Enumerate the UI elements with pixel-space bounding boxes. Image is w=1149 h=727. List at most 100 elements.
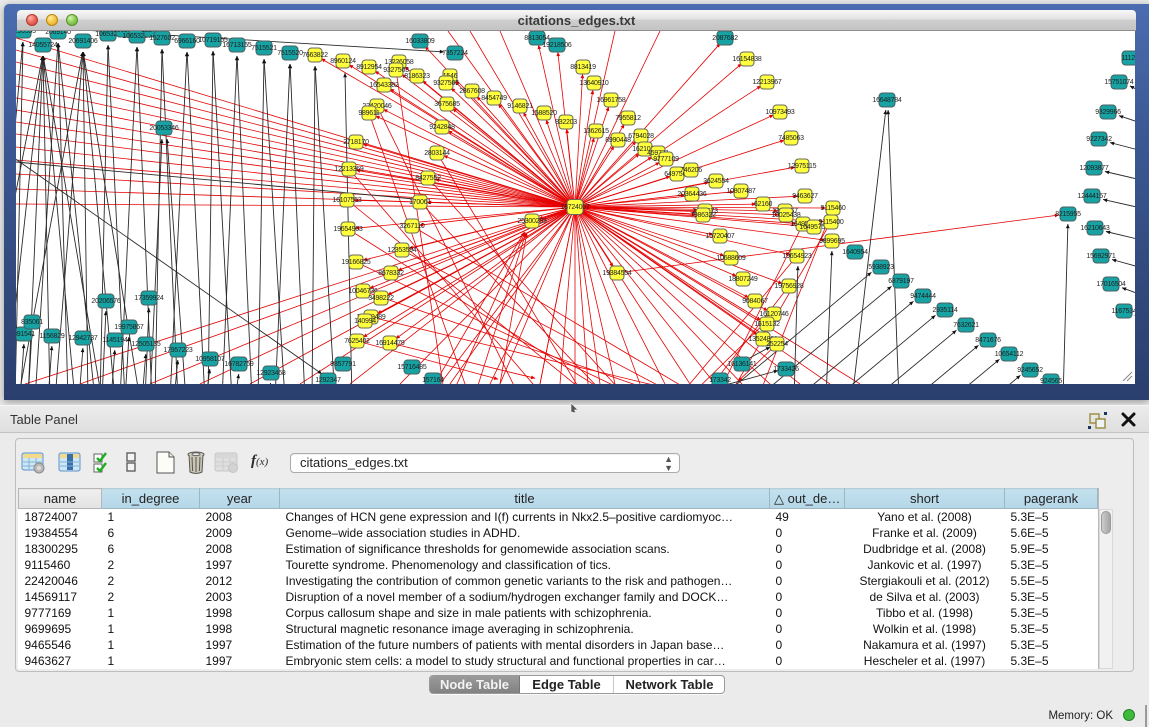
svg-text:16961758: 16961758 xyxy=(596,97,626,104)
svg-text:8427552: 8427552 xyxy=(415,175,441,182)
svg-text:10688609: 10688609 xyxy=(716,255,746,262)
svg-text:1640954: 1640954 xyxy=(842,249,868,256)
svg-text:2087682: 2087682 xyxy=(712,35,738,42)
svg-text:12975115: 12975115 xyxy=(788,163,817,170)
svg-text:7357224: 7357224 xyxy=(442,50,468,57)
svg-text:25300293: 25300293 xyxy=(517,218,547,225)
svg-text:3498222: 3498222 xyxy=(368,295,394,302)
svg-text:989611: 989611 xyxy=(358,110,380,117)
svg-text:9245652: 9245652 xyxy=(1017,367,1043,374)
svg-text:9115460: 9115460 xyxy=(821,205,846,212)
svg-text:1156829: 1156829 xyxy=(40,333,65,340)
svg-text:6794028: 6794028 xyxy=(628,133,654,140)
svg-text:140994: 140994 xyxy=(354,318,376,325)
svg-text:391541: 391541 xyxy=(16,331,35,338)
svg-text:9857791: 9857791 xyxy=(330,361,356,368)
svg-text:8990448: 8990448 xyxy=(605,137,631,144)
svg-text:7485063: 7485063 xyxy=(778,135,804,142)
svg-text:16914479: 16914479 xyxy=(375,340,405,347)
svg-text:7515521: 7515521 xyxy=(251,45,277,52)
svg-text:9084067: 9084067 xyxy=(742,298,768,305)
svg-text:20206576: 20206576 xyxy=(91,298,121,305)
svg-text:12093877: 12093877 xyxy=(1079,165,1109,172)
svg-text:7632621: 7632621 xyxy=(953,322,979,329)
svg-text:19654923: 19654923 xyxy=(782,253,812,260)
svg-text:8960124: 8960124 xyxy=(330,58,356,65)
svg-text:2069140: 2069140 xyxy=(45,31,71,36)
svg-text:1527602: 1527602 xyxy=(149,35,175,42)
svg-text:7625402: 7625402 xyxy=(344,338,370,345)
svg-text:13640910: 13640910 xyxy=(579,80,609,87)
svg-text:16713155: 16713155 xyxy=(222,42,252,49)
svg-text:16154838: 16154838 xyxy=(732,56,762,63)
svg-text:2935114: 2935114 xyxy=(933,307,958,314)
svg-text:252254: 252254 xyxy=(766,341,788,348)
svg-text:1145194: 1145194 xyxy=(103,337,128,344)
svg-text:9899695: 9899695 xyxy=(819,238,845,245)
svg-text:7515520: 7515520 xyxy=(277,50,303,57)
svg-text:7955812: 7955812 xyxy=(615,115,641,122)
svg-text:9146821: 9146821 xyxy=(507,103,533,110)
svg-text:746206: 746206 xyxy=(680,167,702,174)
svg-text:10958107: 10958107 xyxy=(195,356,225,363)
svg-text:16136141: 16136141 xyxy=(727,361,757,368)
svg-text:832203: 832203 xyxy=(555,119,577,126)
svg-text:14055724: 14055724 xyxy=(28,42,58,49)
svg-text:9327505: 9327505 xyxy=(433,80,459,87)
svg-text:17957223: 17957223 xyxy=(163,347,193,354)
svg-text:16210643: 16210643 xyxy=(1080,225,1110,232)
svg-text:7986322: 7986322 xyxy=(690,212,716,219)
svg-text:16543382: 16543382 xyxy=(369,82,399,89)
svg-text:1733426: 1733426 xyxy=(773,366,799,373)
svg-text:20053346: 20053346 xyxy=(149,125,179,132)
svg-text:20691406: 20691406 xyxy=(68,38,98,45)
svg-text:5938923: 5938923 xyxy=(868,264,894,271)
svg-text:10654112: 10654112 xyxy=(995,351,1024,358)
svg-text:19384554: 19384554 xyxy=(602,270,632,277)
svg-text:9777109: 9777109 xyxy=(653,156,679,163)
svg-text:9463627: 9463627 xyxy=(792,193,818,200)
svg-text:18724007: 18724007 xyxy=(560,204,590,211)
svg-text:19975867: 19975867 xyxy=(114,324,144,331)
svg-text:1362615: 1362615 xyxy=(583,128,609,135)
svg-text:8215955: 8215955 xyxy=(1055,211,1081,218)
svg-text:16033809: 16033809 xyxy=(405,38,435,45)
svg-text:12213967: 12213967 xyxy=(752,79,782,86)
svg-text:1588520: 1588520 xyxy=(531,110,557,117)
svg-text:12213369: 12213369 xyxy=(334,166,364,173)
svg-text:17016504: 17016504 xyxy=(1096,281,1126,288)
svg-text:10807487: 10807487 xyxy=(726,188,756,195)
svg-text:6966160: 6966160 xyxy=(174,38,200,45)
svg-text:1615132: 1615132 xyxy=(754,321,780,328)
svg-text:9115400: 9115400 xyxy=(819,219,844,226)
svg-text:19654963: 19654963 xyxy=(333,226,363,233)
svg-text:18807249: 18807249 xyxy=(728,276,758,283)
svg-text:10973493: 10973493 xyxy=(765,109,795,116)
svg-text:2803144: 2803144 xyxy=(424,150,450,157)
svg-text:835061: 835061 xyxy=(21,319,43,326)
svg-text:173342: 173342 xyxy=(709,377,731,384)
svg-text:19166825: 19166825 xyxy=(341,259,371,266)
svg-text:8813419: 8813419 xyxy=(570,64,596,71)
svg-text:9227342: 9227342 xyxy=(1086,136,1112,143)
svg-text:157164: 157164 xyxy=(422,377,444,384)
svg-text:12942737: 12942737 xyxy=(68,335,98,342)
svg-text:20364436: 20364436 xyxy=(677,191,707,198)
svg-text:8813054: 8813054 xyxy=(524,35,550,42)
svg-text:12923468: 12923468 xyxy=(256,370,286,377)
svg-text:12444157: 12444157 xyxy=(1077,193,1107,200)
svg-text:2718170: 2718170 xyxy=(343,139,369,146)
svg-text:16782759: 16782759 xyxy=(224,361,254,368)
svg-text:1290555: 1290555 xyxy=(16,31,36,35)
svg-text:15751074: 15751074 xyxy=(1104,79,1134,86)
svg-text:8186323: 8186323 xyxy=(404,73,430,80)
svg-text:2867608: 2867608 xyxy=(459,88,485,95)
svg-text:15720407: 15720407 xyxy=(705,233,735,240)
svg-text:7663822: 7663822 xyxy=(302,52,328,59)
svg-text:15692971: 15692971 xyxy=(1086,253,1116,260)
svg-text:9242848: 9242848 xyxy=(429,124,455,131)
svg-text:3267110: 3267110 xyxy=(400,223,425,230)
svg-text:6879197: 6879197 xyxy=(888,278,914,285)
svg-text:8678332: 8678332 xyxy=(378,270,404,277)
svg-text:8454749: 8454749 xyxy=(481,95,507,102)
